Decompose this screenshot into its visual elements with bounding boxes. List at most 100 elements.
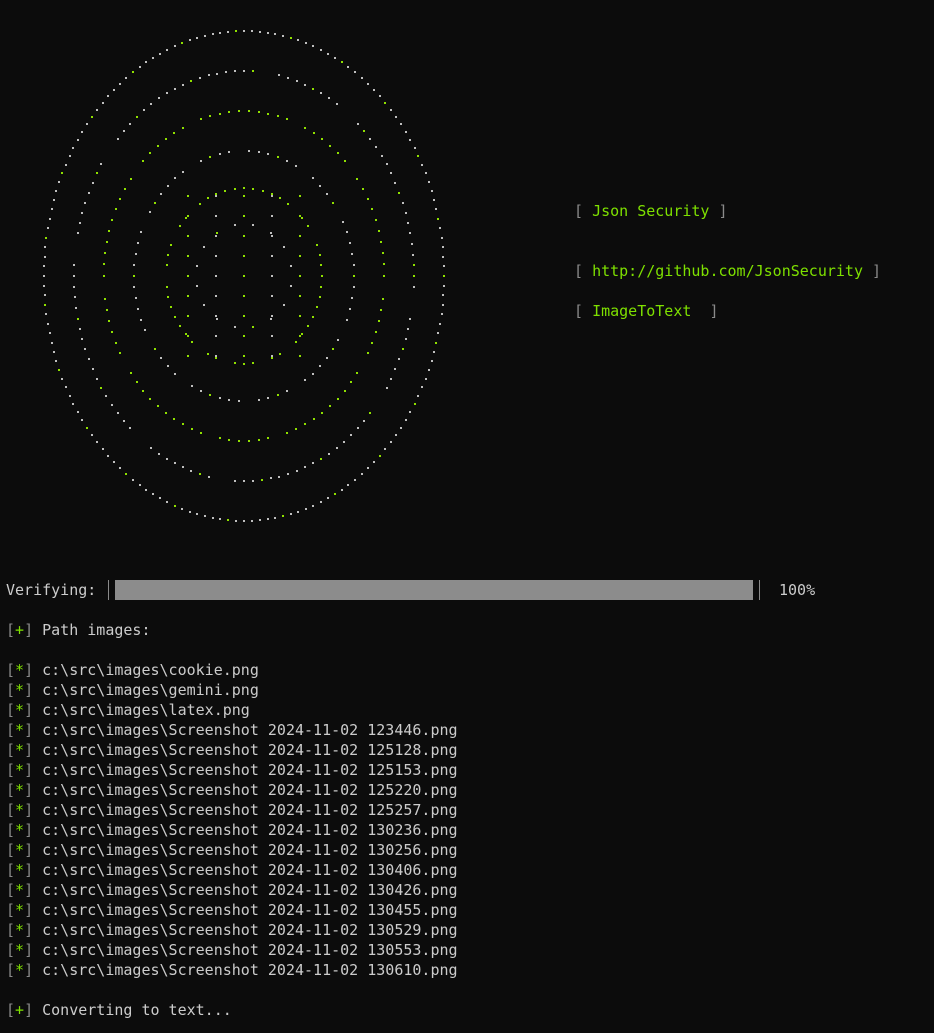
bracket-right: ] [24,961,34,979]
converting-status: [+] Converting to text... [6,1000,232,1020]
bracket-right: ] [691,302,719,320]
banner-name: Json Security [592,202,710,220]
bracket-right: ] [24,1001,34,1019]
file-list-item: [*] c:\src\images\Screenshot 2024-11-02 … [6,880,458,900]
bracket-right: ] [24,861,34,879]
progress-label: Verifying: [6,581,97,599]
bracket-right: ] [24,761,34,779]
star-marker: * [15,661,25,679]
file-list: [*] c:\src\images\cookie.png [*] c:\src\i… [6,660,458,980]
star-marker: * [15,821,25,839]
progress-percent: 100% [779,581,816,599]
file-list-item: [*] c:\src\images\Screenshot 2024-11-02 … [6,960,458,980]
bracket-left: [ [6,781,16,799]
file-path: c:\src\images\cookie.png [42,661,259,679]
star-marker: * [15,961,25,979]
star-marker: * [15,841,25,859]
plus-marker: + [15,1001,25,1019]
bracket-right: ] [24,661,34,679]
bracket-left: [ [6,841,16,859]
file-path: c:\src\images\Screenshot 2024-11-02 1302… [42,841,458,859]
file-list-item: [*] c:\src\images\gemini.png [6,680,458,700]
star-marker: * [15,881,25,899]
bracket-left: [ [6,1001,16,1019]
bracket-right: ] [24,801,34,819]
bracket-right: ] [24,741,34,759]
bracket-left: [ [574,262,593,280]
bracket-left: [ [6,721,16,739]
file-list-item: [*] c:\src\images\Screenshot 2024-11-02 … [6,720,458,740]
file-path: c:\src\images\Screenshot 2024-11-02 1305… [42,921,458,939]
file-path: c:\src\images\Screenshot 2024-11-02 1251… [42,741,458,759]
file-path: c:\src\images\Screenshot 2024-11-02 1302… [42,821,458,839]
bracket-left: [ [6,821,16,839]
bracket-right: ] [24,941,34,959]
progress-bar [108,580,760,600]
file-path: c:\src\images\Screenshot 2024-11-02 1304… [42,881,458,899]
file-list-item: [*] c:\src\images\Screenshot 2024-11-02 … [6,920,458,940]
file-list-item: [*] c:\src\images\Screenshot 2024-11-02 … [6,800,458,820]
banner-name-line: [ Json Security ] [574,201,728,221]
file-list-item: [*] c:\src\images\Screenshot 2024-11-02 … [6,780,458,800]
bracket-left: [ [6,921,16,939]
star-marker: * [15,801,25,819]
file-list-item: [*] c:\src\images\Screenshot 2024-11-02 … [6,860,458,880]
file-path: c:\src\images\Screenshot 2024-11-02 1251… [42,761,458,779]
path-images-label: Path images: [42,621,151,639]
path-images-header: [+] Path images: [6,620,151,640]
file-path: c:\src\images\Screenshot 2024-11-02 1252… [42,781,458,799]
file-list-item: [*] c:\src\images\Screenshot 2024-11-02 … [6,940,458,960]
bracket-right: ] [24,701,34,719]
bracket-left: [ [6,941,16,959]
star-marker: * [15,901,25,919]
file-path: c:\src\images\Screenshot 2024-11-02 1306… [42,961,458,979]
file-list-item: [*] c:\src\images\Screenshot 2024-11-02 … [6,740,458,760]
bracket-left: [ [6,741,16,759]
ascii-logo [40,23,470,528]
file-path: c:\src\images\Screenshot 2024-11-02 1252… [42,801,458,819]
bracket-right: ] [709,202,728,220]
bracket-left: [ [574,302,593,320]
bracket-left: [ [6,681,16,699]
bracket-left: [ [6,861,16,879]
file-list-item: [*] c:\src\images\Screenshot 2024-11-02 … [6,820,458,840]
file-path: c:\src\images\Screenshot 2024-11-02 1304… [42,901,458,919]
bracket-left: [ [6,701,16,719]
bracket-left: [ [574,202,593,220]
plus-marker: + [15,621,25,639]
file-path: c:\src\images\Screenshot 2024-11-02 1305… [42,941,458,959]
star-marker: * [15,721,25,739]
file-path: c:\src\images\latex.png [42,701,250,719]
file-path: c:\src\images\Screenshot 2024-11-02 1234… [42,721,458,739]
file-path: c:\src\images\gemini.png [42,681,259,699]
bracket-left: [ [6,961,16,979]
bracket-left: [ [6,901,16,919]
bracket-right: ] [24,681,34,699]
star-marker: * [15,681,25,699]
star-marker: * [15,861,25,879]
file-list-item: [*] c:\src\images\cookie.png [6,660,458,680]
file-list-item: [*] c:\src\images\latex.png [6,700,458,720]
file-list-item: [*] c:\src\images\Screenshot 2024-11-02 … [6,840,458,860]
file-path: c:\src\images\Screenshot 2024-11-02 1304… [42,861,458,879]
bracket-right: ] [24,881,34,899]
star-marker: * [15,741,25,759]
bracket-right: ] [24,841,34,859]
file-list-item: [*] c:\src\images\Screenshot 2024-11-02 … [6,900,458,920]
bracket-right: ] [863,262,882,280]
bracket-right: ] [24,781,34,799]
bracket-left: [ [6,801,16,819]
bracket-left: [ [6,761,16,779]
banner-url: http://github.com/JsonSecurity [592,262,863,280]
banner-tool: ImageToText [592,302,692,320]
star-marker: * [15,921,25,939]
file-list-item: [*] c:\src\images\Screenshot 2024-11-02 … [6,760,458,780]
bracket-left: [ [6,881,16,899]
progress-bar-fill [115,580,753,600]
star-marker: * [15,781,25,799]
bracket-left: [ [6,661,16,679]
bracket-right: ] [24,921,34,939]
banner-url-line: [ http://github.com/JsonSecurity ] [574,261,881,281]
star-marker: * [15,941,25,959]
converting-label: Converting to text... [42,1001,232,1019]
